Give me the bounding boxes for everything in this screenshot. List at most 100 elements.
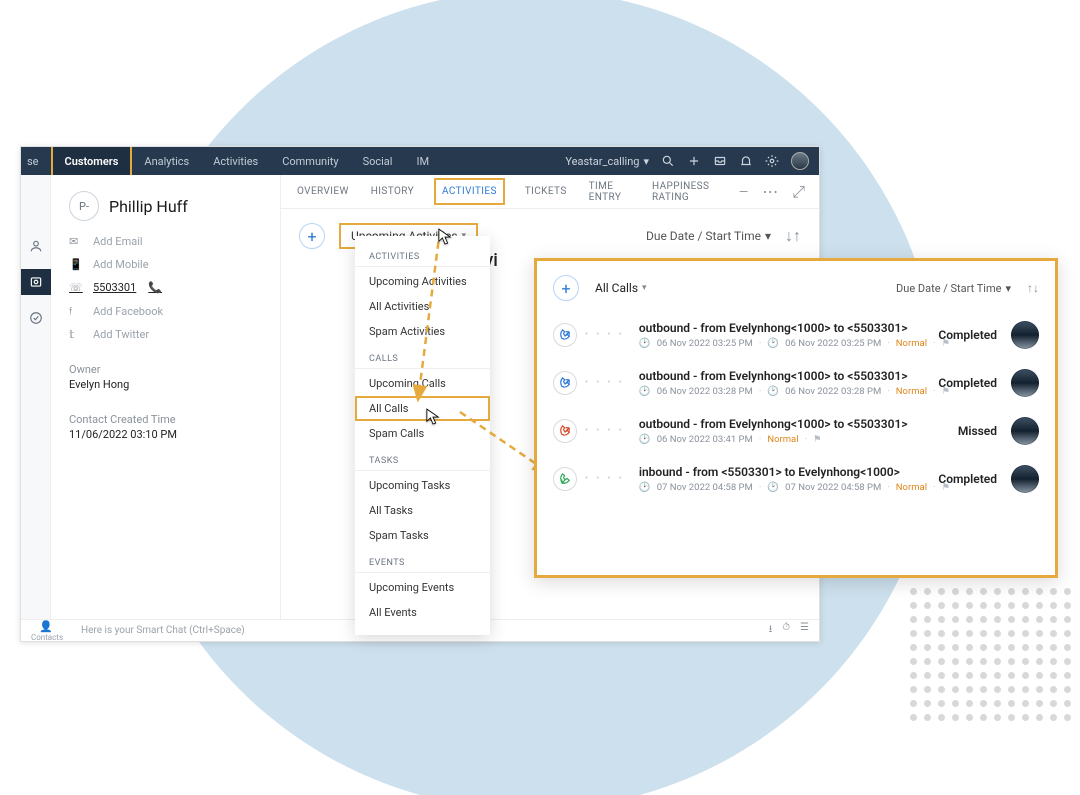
caret-down-icon: ▾ [642,283,647,293]
phone-integration-label: Yeastar_calling [565,155,639,168]
facebook-icon: 𝔣 [69,304,83,318]
call-status: Missed [927,424,997,438]
menu-item-upcoming-calls[interactable]: Upcoming Calls [355,371,490,396]
decorative-dots [907,585,1075,725]
add-facebook-field[interactable]: 𝔣Add Facebook [69,304,262,318]
call-status: Completed [927,328,997,342]
widget-icon[interactable]: ☰ [800,622,809,639]
connector-icon: • • • • [585,330,625,340]
top-nav-customers[interactable]: Customers [51,147,133,175]
tab-overview[interactable]: OVERVIEW [295,176,351,207]
phone-field[interactable]: ☏5503301📞 [69,281,262,294]
call-title: outbound - from Evelynhong<1000> to <550… [639,321,913,335]
menu-item-all-events[interactable]: All Events [355,600,490,625]
call-row[interactable]: • • • • outbound - from Evelynhong<1000> … [553,417,1039,445]
all-calls-panel: + All Calls ▾ Due Date / Start Time ▾ ↑↓… [534,258,1058,578]
menu-item-upcoming-activities[interactable]: Upcoming Activities [355,269,490,294]
expand-icon[interactable]: ⤢ [792,182,805,202]
top-nav-social[interactable]: Social [351,147,405,175]
menu-item-all-tasks[interactable]: All Tasks [355,498,490,523]
search-icon[interactable] [661,154,675,168]
caret-down-icon: ▾ [643,155,649,168]
owner-value: Evelyn Hong [69,378,262,391]
top-nav-im[interactable]: IM [404,147,441,175]
user-avatar[interactable] [791,152,809,170]
flag-icon: ⚑ [813,434,822,445]
tab-time-entry[interactable]: TIME ENTRY [587,171,632,213]
clock-icon: 🕑 [639,434,651,445]
call-subtitle: 🕑06 Nov 2022 03:41 PM·Normal·⚑ [639,434,913,445]
agent-avatar [1011,417,1039,445]
call-subtitle: 🕑07 Nov 2022 04:58 PM·🕑07 Nov 2022 04:58… [639,482,913,493]
add-twitter-field[interactable]: 𝕥Add Twitter [69,328,262,341]
plus-icon[interactable] [687,154,701,168]
download-icon[interactable]: ⭳ [769,622,773,639]
clock-icon[interactable]: ⏱ [782,622,790,639]
menu-item-upcoming-tasks[interactable]: Upcoming Tasks [355,473,490,498]
agent-avatar [1011,369,1039,397]
more-icon[interactable]: ⋯ [762,182,778,201]
rail-contacts-icon[interactable] [25,235,47,257]
call-direction-icon [553,467,577,491]
inbox-icon[interactable] [713,154,727,168]
menu-header: ACTIVITIES [355,242,490,267]
clock-icon: 🕑 [767,482,779,493]
add-email-field[interactable]: ✉Add Email [69,235,262,248]
add-activity-button[interactable]: + [299,223,325,249]
call-row[interactable]: • • • •inbound - from <5503301> to Evely… [553,465,1039,493]
connector-icon: • • • • [585,474,625,484]
call-row[interactable]: • • • • outbound - from Evelynhong<1000> … [553,321,1039,349]
top-nav-items: seCustomersAnalyticsActivitiesCommunityS… [21,147,441,175]
menu-item-all-calls[interactable]: All Calls [355,396,490,421]
owner-label: Owner [69,363,262,376]
call-icon: 📞 [148,281,162,294]
panel-sort-selector[interactable]: Due Date / Start Time ▾ [896,282,1011,295]
hline-icon[interactable]: — [739,185,748,199]
clock-icon: 🕑 [639,482,651,493]
menu-item-upcoming-events[interactable]: Upcoming Events [355,575,490,600]
sort-direction-icon[interactable]: ↓↑ [785,226,801,246]
call-row[interactable]: • • • • outbound - from Evelynhong<1000> … [553,369,1039,397]
call-title: outbound - from Evelynhong<1000> to <550… [639,417,913,431]
menu-header: EVENTS [355,548,490,573]
sort-selector[interactable]: Due Date / Start Time ▾ [646,229,771,243]
left-rail [21,175,51,619]
footer-rail-label: 👤 Contacts [31,620,61,642]
subtab-actions: — ⋯ ⤢ [739,182,805,202]
call-status: Completed [927,472,997,486]
top-nav-partial[interactable]: se [21,147,51,175]
call-title: outbound - from Evelynhong<1000> to <550… [639,369,913,383]
menu-item-spam-activities[interactable]: Spam Activities [355,319,490,344]
menu-item-spam-tasks[interactable]: Spam Tasks [355,523,490,548]
caret-down-icon: ▾ [765,229,771,243]
panel-title-dropdown[interactable]: All Calls ▾ [595,281,647,295]
top-nav-activities[interactable]: Activities [201,147,270,175]
tab-happiness-rating[interactable]: HAPPINESS RATING [650,171,721,213]
connector-icon: • • • • [585,426,625,436]
footer-tools: ⭳ ⏱ ☰ [769,622,809,639]
gear-icon[interactable] [765,154,779,168]
tab-activities[interactable]: ACTIVITIES [434,178,505,205]
mail-icon: ✉ [69,235,83,248]
rail-check-icon[interactable] [25,307,47,329]
tab-history[interactable]: HISTORY [369,176,416,207]
bell-icon[interactable] [739,154,753,168]
clock-icon: 🕑 [767,338,779,349]
add-call-button[interactable]: + [553,275,579,301]
menu-item-all-activities[interactable]: All Activities [355,294,490,319]
clock-icon: 🕑 [767,386,779,397]
call-status: Completed [927,376,997,390]
call-subtitle: 🕑06 Nov 2022 03:28 PM·🕑06 Nov 2022 03:28… [639,386,913,397]
agent-avatar [1011,465,1039,493]
connector-icon: • • • • [585,378,625,388]
menu-item-spam-calls[interactable]: Spam Calls [355,421,490,446]
menu-header: CALLS [355,344,490,369]
phone-integration-picker[interactable]: Yeastar_calling ▾ [565,155,649,168]
rail-selected-item[interactable] [21,269,51,295]
top-nav-community[interactable]: Community [270,147,350,175]
top-nav-analytics[interactable]: Analytics [132,147,201,175]
tab-tickets[interactable]: TICKETS [523,176,569,207]
subtab-bar: OVERVIEWHISTORYACTIVITIESTICKETSTIME ENT… [281,175,819,209]
sort-direction-icon[interactable]: ↑↓ [1027,281,1039,295]
add-mobile-field[interactable]: 📱Add Mobile [69,258,262,271]
